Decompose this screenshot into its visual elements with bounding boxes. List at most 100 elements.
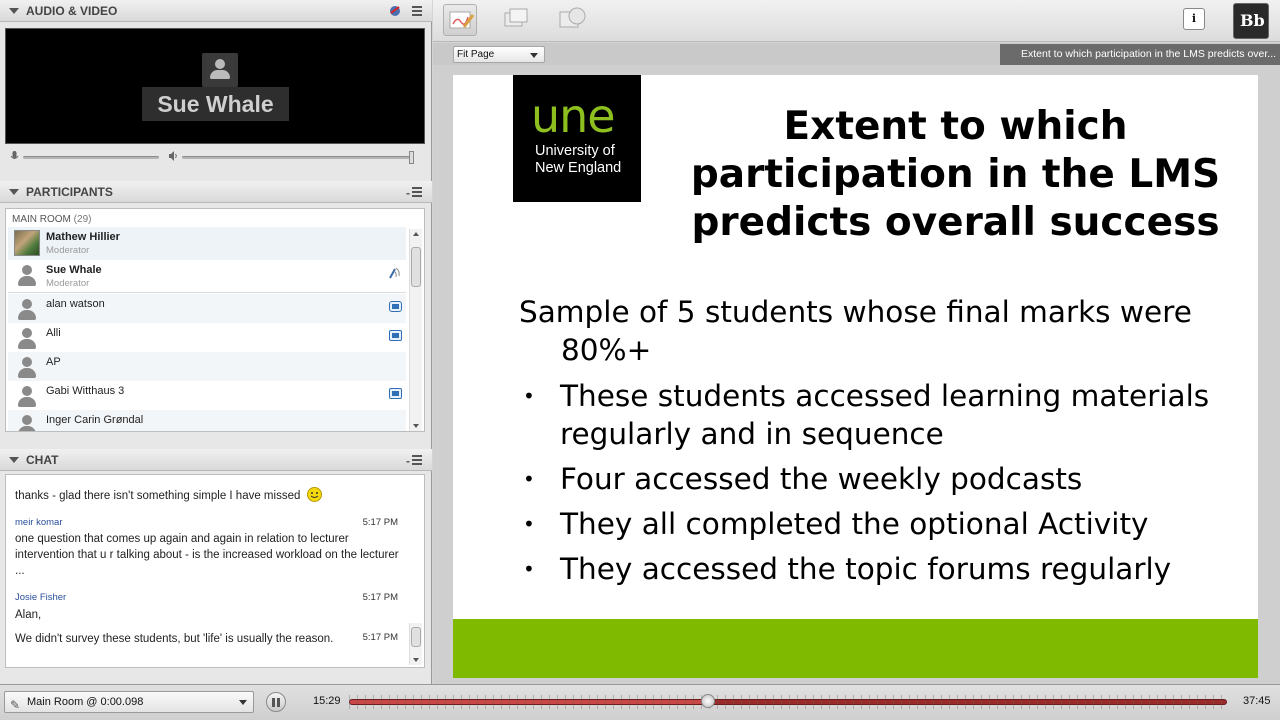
chat-message: thanks - glad there isn't something simp… <box>15 487 401 507</box>
chat-time: 5:17 PM <box>362 632 398 643</box>
chat-time: 5:17 PM <box>362 592 398 603</box>
playback-bar: ✎ Main Room @ 0:00.098 15:29 37:45 <box>0 684 1280 720</box>
slide-heading: Extent to which participation in the LMS… <box>690 104 1221 245</box>
scroll-up-icon[interactable] <box>413 232 419 236</box>
room-count: (29) <box>73 214 92 225</box>
participant-avatar-icon <box>16 298 38 320</box>
bullet-icon: • <box>523 384 535 408</box>
fit-page-label: Fit Page <box>457 49 495 60</box>
panel-menu-icon[interactable] <box>412 187 422 197</box>
participant-row[interactable]: AP <box>8 352 406 381</box>
blackboard-logo-icon[interactable]: Bb <box>1233 3 1269 39</box>
participants-header[interactable]: PARTICIPANTS - <box>0 181 432 203</box>
chevron-down-icon <box>239 700 247 705</box>
fit-page-select[interactable]: Fit Page <box>453 46 545 63</box>
chat-message: one question that comes up again and aga… <box>15 533 399 577</box>
audio-controls <box>5 148 425 166</box>
room-time-select[interactable]: ✎ Main Room @ 0:00.098 <box>4 691 254 713</box>
microphone-icon <box>10 151 20 161</box>
minimize-icon[interactable]: - <box>406 182 410 204</box>
participant-avatar-icon <box>16 264 38 286</box>
speaker-volume-handle[interactable] <box>409 151 414 164</box>
slide-footer-band <box>453 619 1258 678</box>
scroll-thumb[interactable] <box>411 627 421 647</box>
scroll-down-icon[interactable] <box>413 424 419 428</box>
chat-header[interactable]: CHAT - <box>0 449 432 471</box>
collapse-triangle-icon[interactable] <box>9 189 19 195</box>
video-status-icon <box>389 330 402 341</box>
speaker-name: Sue Whale <box>142 87 289 121</box>
participants-list: MAIN ROOM (29) Mathew Hillier Moderator … <box>5 208 425 432</box>
pencil-icon: ✎ <box>10 698 21 712</box>
audio-video-header[interactable]: AUDIO & VIDEO <box>0 0 432 22</box>
bullet-text: These students accessed learning materia… <box>560 379 1210 451</box>
collapse-triangle-icon[interactable] <box>9 8 19 14</box>
chat-author: meir komar <box>15 517 63 528</box>
current-time: 15:29 <box>313 695 341 707</box>
bullet-text: Four accessed the weekly podcasts <box>560 462 1083 496</box>
logo-subtitle-line: University of <box>535 143 615 159</box>
participant-row[interactable]: Alli <box>8 323 406 352</box>
room-name: MAIN ROOM <box>12 214 71 225</box>
participant-avatar-icon <box>16 414 38 431</box>
participant-name: Gabi Witthaus 3 <box>46 385 125 397</box>
slide-title-strip: Extent to which participation in the LMS… <box>1000 44 1280 65</box>
participant-row[interactable]: alan watson <box>8 294 406 323</box>
presentation-stage: une University of New England Extent to … <box>433 65 1280 684</box>
panel-menu-icon[interactable] <box>412 6 422 16</box>
chat-messages: thanks - glad there isn't something simp… <box>5 474 425 668</box>
video-status-icon <box>389 388 402 399</box>
participant-name: AP <box>46 356 61 368</box>
chat-message: Alan, <box>15 609 42 621</box>
chevron-down-icon <box>530 53 538 58</box>
participant-row[interactable]: Gabi Witthaus 3 <box>8 381 406 410</box>
whiteboard-icon[interactable] <box>443 4 477 36</box>
chat-scrollbar[interactable] <box>409 623 422 665</box>
participant-row[interactable]: Inger Carin Grøndal <box>8 410 406 431</box>
une-logo: une University of New England <box>513 75 641 202</box>
web-tour-icon[interactable] <box>555 4 589 36</box>
participant-name: Sue Whale <box>46 264 102 276</box>
participant-name: Alli <box>46 327 61 339</box>
chat-bubble-icon <box>389 301 402 312</box>
participant-name: Inger Carin Grøndal <box>46 414 144 426</box>
slide: une University of New England Extent to … <box>453 75 1258 678</box>
bullet-icon: • <box>523 557 535 581</box>
participants-title: PARTICIPANTS <box>26 185 113 199</box>
audio-settings-icon[interactable] <box>388 3 402 17</box>
user-avatar-icon <box>202 53 238 87</box>
chat-time: 5:17 PM <box>362 517 398 528</box>
participant-row[interactable]: Sue Whale Moderator <box>8 260 406 293</box>
content-toolbar: i Bb <box>433 0 1280 42</box>
participant-avatar-icon <box>16 385 38 407</box>
smiley-icon <box>306 487 322 507</box>
slide-lead-line: Sample of 5 students whose final marks w… <box>519 295 1192 367</box>
bullet-icon: • <box>523 512 535 536</box>
scroll-down-icon[interactable] <box>413 658 419 662</box>
panel-menu-icon[interactable] <box>412 455 422 465</box>
speaker-icon <box>168 151 178 161</box>
talking-icon <box>388 266 402 283</box>
participant-name: Mathew Hillier <box>46 231 120 243</box>
speaker-volume-slider[interactable] <box>182 156 414 159</box>
scroll-thumb[interactable] <box>411 247 421 287</box>
collapse-triangle-icon[interactable] <box>9 457 19 463</box>
total-time: 37:45 <box>1243 695 1271 707</box>
app-share-icon[interactable] <box>499 4 533 36</box>
participant-name: alan watson <box>46 298 105 310</box>
timeline-ticks <box>349 695 1227 709</box>
pause-button[interactable] <box>266 692 286 712</box>
info-icon[interactable]: i <box>1183 8 1205 30</box>
minimize-icon[interactable]: - <box>406 450 410 472</box>
microphone-volume-slider[interactable] <box>23 156 159 159</box>
slide-lead-text: Sample of 5 students whose final marks w… <box>519 293 1239 369</box>
chat-author: Josie Fisher <box>15 592 67 603</box>
participant-photo <box>14 230 40 256</box>
logo-subtitle: University of New England <box>535 143 621 177</box>
pause-icon-bar <box>277 698 280 707</box>
bullet-text: They all completed the optional Activity <box>560 507 1149 541</box>
participant-role: Moderator <box>46 278 90 289</box>
bullet-text: They accessed the topic forums regularly <box>560 552 1172 586</box>
participant-row[interactable]: Mathew Hillier Moderator <box>8 227 406 260</box>
participants-scrollbar[interactable] <box>409 229 422 431</box>
